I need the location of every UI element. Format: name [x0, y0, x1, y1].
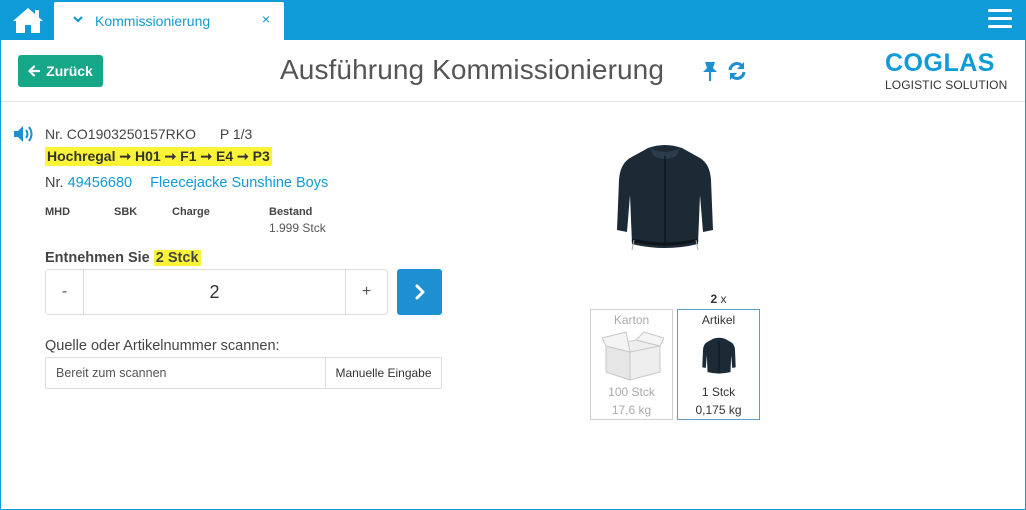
artikel-weight: 0,175 kg [695, 403, 742, 417]
article-name-link[interactable]: Fleecejacke Sunshine Boys [150, 175, 328, 191]
mhd-label: MHD [45, 206, 71, 218]
order-info: Nr. CO1903250157RKO P 1/3 [45, 126, 252, 142]
storage-route: Hochregal ➞ H01 ➞ F1 ➞ E4 ➞ P3 [45, 147, 272, 166]
scan-label: Quelle oder Artikelnummer scannen: [45, 338, 280, 354]
confirm-next-button[interactable] [397, 269, 442, 315]
order-number: CO1903250157RKO [66, 126, 196, 142]
artikel-title: Artikel [701, 313, 736, 327]
speaker-icon[interactable] [13, 125, 37, 143]
logo-sub: LOGISTIC SOLUTION [885, 78, 1008, 92]
chevron-down-icon [73, 16, 83, 23]
order-number-label: Nr. [45, 126, 63, 142]
position-indicator: P 1/3 [219, 126, 253, 142]
decrement-button[interactable]: - [46, 270, 84, 314]
pin-icon[interactable] [700, 60, 720, 82]
article-info: Nr. 49456680 Fleecejacke Sunshine Boys [45, 175, 328, 191]
page-title: Ausführung Kommissionierung [280, 54, 665, 85]
back-button-label: Zurück [46, 63, 93, 79]
article-thumbnail [701, 337, 736, 374]
take-instruction: Entnehmen Sie 2 Stck [45, 250, 201, 266]
take-amount: 2 Stck [153, 250, 201, 266]
take-prefix: Entnehmen Sie [45, 250, 150, 266]
refresh-icon[interactable] [726, 60, 748, 82]
sbk-label: SBK [114, 206, 138, 218]
bestand-label: Bestand [269, 206, 313, 218]
quantity-stepper: - + [45, 269, 388, 315]
tab-kommissionierung[interactable]: Kommissionierung × [54, 2, 284, 40]
artikel-qty: 1 Stck [701, 385, 736, 399]
chevron-right-icon [415, 284, 424, 300]
quantity-input[interactable] [84, 270, 345, 314]
increment-button[interactable]: + [345, 270, 387, 314]
coglas-logo: COGLAS LOGISTIC SOLUTION [885, 50, 1010, 92]
pack-count-value: 2 [710, 292, 718, 306]
menu-icon[interactable] [988, 9, 1012, 31]
karton-weight: 17,6 kg [611, 403, 652, 417]
packaging-card-karton[interactable]: Karton 100 Stck 17,6 kg [590, 309, 673, 420]
close-icon[interactable]: × [262, 11, 270, 27]
scan-input[interactable] [46, 358, 326, 388]
scan-field: Manuelle Eingabe [45, 357, 442, 389]
bestand-value: 1.999 Stck [269, 221, 326, 235]
back-button[interactable]: Zurück [18, 55, 103, 87]
box-icon [600, 331, 664, 381]
page-header: Zurück Ausführung Kommissionierung COGLA… [1, 40, 1025, 102]
charge-label: Charge [172, 206, 210, 218]
home-icon [13, 8, 43, 33]
top-bar: Kommissionierung × [0, 0, 1026, 40]
arrow-left-icon [28, 65, 41, 77]
manual-entry-button[interactable]: Manuelle Eingabe [325, 358, 441, 388]
karton-qty: 100 Stck [608, 385, 655, 399]
packaging-card-artikel[interactable]: Artikel 1 Stck 0,175 kg [677, 309, 760, 420]
pack-multiplier: 2 x [678, 292, 759, 306]
tab-label: Kommissionierung [95, 13, 211, 29]
article-number-label: Nr. [45, 175, 64, 191]
pack-count-suffix: x [720, 292, 727, 306]
logo-main: COGLAS [885, 49, 995, 77]
home-button[interactable] [12, 6, 44, 34]
product-image [617, 145, 713, 251]
article-number-link[interactable]: 49456680 [68, 175, 133, 191]
karton-title: Karton [613, 313, 650, 327]
